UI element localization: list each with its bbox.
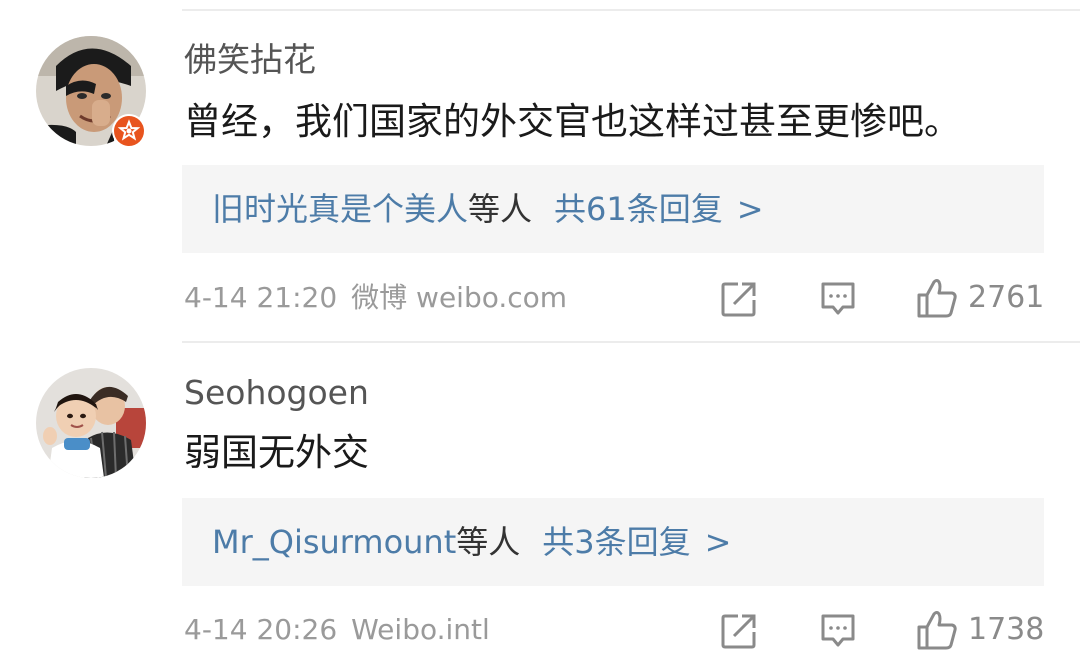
thumbs-up-icon bbox=[917, 611, 957, 650]
share-button[interactable] bbox=[720, 280, 758, 318]
comment-list: 佛笑拈花 曾经，我们国家的外交官也这样过甚至更惨吧。 旧时光真是个美人等人 共61… bbox=[0, 0, 1080, 665]
comment-text: 曾经，我们国家的外交官也这样过甚至更惨吧。 bbox=[184, 100, 961, 143]
chevron-right-icon: > bbox=[736, 190, 764, 228]
reply-summary[interactable]: 旧时光真是个美人等人 共61条回复 > bbox=[182, 165, 1044, 253]
comment-meta: 4-14 20:26 Weibo.intl bbox=[184, 612, 490, 648]
username[interactable]: Seohogoen bbox=[184, 373, 369, 413]
share-icon bbox=[721, 282, 756, 317]
share-button[interactable] bbox=[720, 612, 758, 650]
chevron-right-icon: > bbox=[704, 523, 732, 561]
reply-line: 旧时光真是个美人等人 共61条回复 > bbox=[212, 187, 764, 231]
comment-icon bbox=[821, 614, 855, 647]
timestamp: 4-14 20:26 bbox=[184, 613, 338, 646]
username[interactable]: 佛笑拈花 bbox=[184, 40, 316, 80]
like-count: 2761 bbox=[968, 280, 1045, 315]
comment-icon bbox=[821, 282, 855, 315]
reply-names[interactable]: 旧时光真是个美人 bbox=[212, 190, 468, 228]
reply-count-link[interactable]: 共3条回复 bbox=[542, 523, 690, 561]
vip-badge-icon bbox=[112, 114, 146, 148]
source-label: Weibo.intl bbox=[351, 613, 490, 646]
reply-names[interactable]: Mr_Qisurmount bbox=[212, 523, 456, 561]
comment-item: Seohogoen 弱国无外交 Mr_Qisurmount等人 共3条回复 > 4-… bbox=[0, 342, 1080, 665]
comment-item: 佛笑拈花 曾经，我们国家的外交官也这样过甚至更惨吧。 旧时光真是个美人等人 共61… bbox=[0, 0, 1080, 342]
comment-meta: 4-14 21:20 微博 weibo.com bbox=[184, 280, 567, 316]
like-button[interactable]: 2761 bbox=[916, 278, 1044, 318]
reply-line: Mr_Qisurmount等人 共3条回复 > bbox=[212, 520, 731, 564]
thumbs-up-icon bbox=[917, 279, 957, 318]
source-label: 微博 weibo.com bbox=[351, 281, 568, 314]
comment-button[interactable] bbox=[819, 612, 857, 650]
like-button[interactable]: 1738 bbox=[916, 610, 1044, 650]
reply-suffix: 等人 bbox=[468, 190, 533, 228]
reply-count-link[interactable]: 共61条回复 bbox=[554, 190, 723, 228]
timestamp: 4-14 21:20 bbox=[184, 281, 338, 314]
like-count: 1738 bbox=[968, 612, 1045, 647]
user-avatar[interactable] bbox=[36, 368, 146, 478]
reply-suffix: 等人 bbox=[456, 523, 521, 561]
comment-button[interactable] bbox=[819, 280, 857, 318]
reply-summary[interactable]: Mr_Qisurmount等人 共3条回复 > bbox=[182, 498, 1044, 586]
comment-text: 弱国无外交 bbox=[184, 431, 369, 474]
share-icon bbox=[721, 614, 756, 649]
two-people-avatar-icon bbox=[36, 368, 146, 478]
